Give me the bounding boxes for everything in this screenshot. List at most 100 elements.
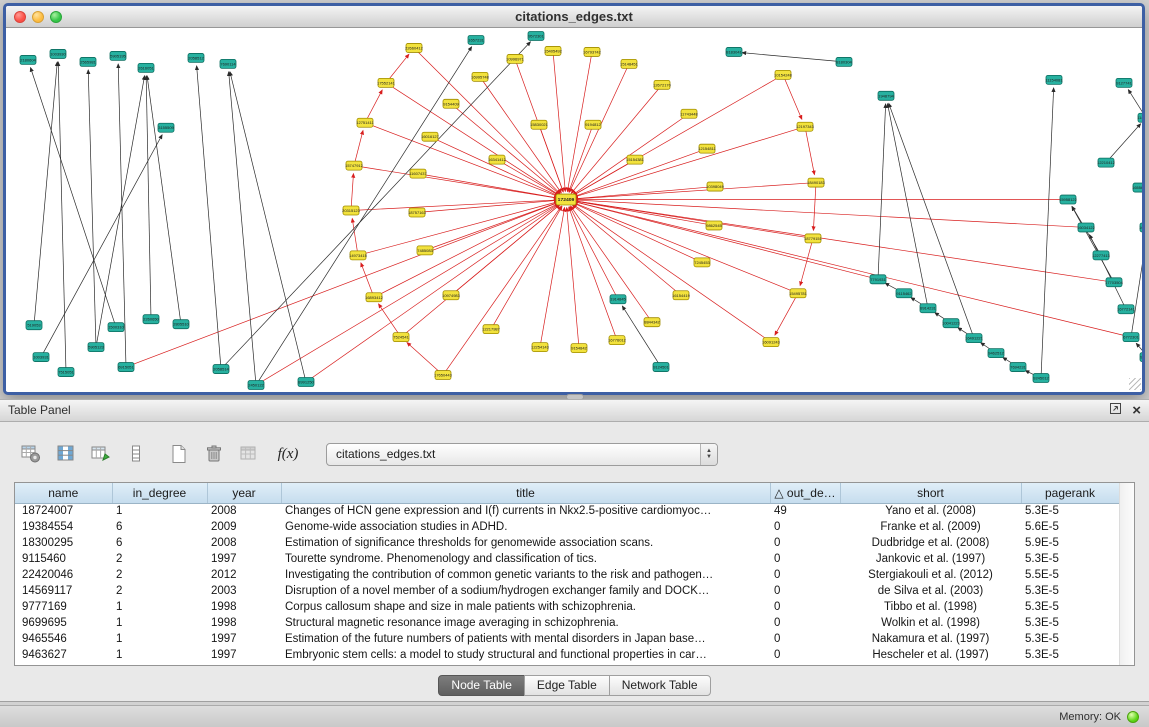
table-cell[interactable]: 14569117 (15, 583, 112, 599)
graph-edge[interactable] (574, 202, 878, 280)
graph-edge[interactable] (540, 207, 565, 347)
graph-node[interactable]: 519053 (26, 321, 42, 330)
float-panel-icon[interactable] (1109, 402, 1122, 420)
graph-node[interactable]: 15154381 (626, 155, 645, 164)
graph-node[interactable]: 18779151 (804, 234, 823, 243)
graph-node[interactable]: 8844342 (644, 318, 661, 327)
table-row[interactable]: 1938455462009Genome-wide association stu… (15, 519, 1119, 535)
close-panel-icon[interactable]: × (1132, 404, 1141, 418)
table-row[interactable]: 1830029562008Estimation of significance … (15, 535, 1119, 551)
graph-edge[interactable] (58, 62, 66, 372)
graph-node[interactable]: 2805510 (173, 320, 190, 329)
table-cell[interactable]: Structural magnetic resonance image aver… (281, 615, 770, 631)
table-row[interactable]: 911546021997Tourette syndrome. Phenomeno… (15, 551, 1119, 567)
graph-node[interactable]: 10974983 (442, 291, 461, 300)
table-cell[interactable]: 5.3E-5 (1021, 647, 1119, 663)
graph-node[interactable]: 11743448 (680, 109, 698, 118)
graph-node[interactable]: 9115462 (896, 289, 912, 298)
graph-edge[interactable] (553, 51, 565, 192)
graph-edge[interactable] (480, 77, 561, 193)
graph-node[interactable]: 12672170 (653, 80, 672, 89)
graph-node[interactable]: 6772301 (1123, 333, 1140, 342)
graph-node[interactable]: 16793742 (583, 47, 602, 56)
table-cell[interactable]: 5.5E-5 (1021, 567, 1119, 583)
graph-node[interactable]: 12277413 (1092, 251, 1111, 260)
graph-node[interactable]: 9245013 (1140, 353, 1142, 362)
table-cell[interactable]: Wolkin et al. (1998) (840, 615, 1021, 631)
column-header-short[interactable]: short (840, 483, 1021, 503)
graph-node[interactable]: 5905123 (88, 343, 105, 352)
graph-edge[interactable] (1131, 235, 1142, 337)
graph-edge[interactable] (574, 201, 1114, 283)
table-cell[interactable]: 0 (770, 647, 840, 663)
graph-edge[interactable] (351, 174, 353, 211)
graph-edge[interactable] (1072, 207, 1114, 283)
graph-node[interactable]: 1003930 (50, 49, 67, 58)
table-cell[interactable]: 0 (770, 631, 840, 647)
graph-edge[interactable] (571, 85, 662, 194)
graph-edge[interactable] (805, 127, 814, 175)
table-cell[interactable]: 2 (112, 583, 207, 599)
table-cell[interactable]: 18300295 (15, 535, 112, 551)
table-cell[interactable]: 6 (112, 519, 207, 535)
graph-edge[interactable] (30, 67, 116, 327)
table-cell[interactable]: 1 (112, 615, 207, 631)
table-cell[interactable]: Disruption of a novel member of a sodium… (281, 583, 770, 599)
graph-node[interactable]: 9245012 (1033, 374, 1050, 383)
graph-edge[interactable] (1041, 88, 1054, 378)
graph-edge[interactable] (361, 263, 374, 297)
graph-edge[interactable] (451, 104, 560, 195)
graph-edge[interactable] (775, 293, 798, 335)
table-cell[interactable]: 1997 (207, 631, 281, 647)
table-cell[interactable]: 5.3E-5 (1021, 503, 1119, 519)
table-cell[interactable]: 1998 (207, 599, 281, 615)
graph-node[interactable]: 12210412 (1097, 158, 1116, 167)
table-cell[interactable]: 49 (770, 503, 840, 519)
table-selector-combo[interactable]: citations_edges.txt ▲▼ (326, 443, 718, 466)
graph-node[interactable]: 8914231 (920, 304, 937, 313)
graph-node[interactable]: 5905195 (110, 51, 127, 60)
table-cell[interactable]: Yano et al. (2008) (840, 503, 1021, 519)
graph-edge[interactable] (365, 90, 382, 123)
table-cell[interactable]: 19384554 (15, 519, 112, 535)
table-cell[interactable]: 5.6E-5 (1021, 519, 1119, 535)
combo-stepper-icon[interactable]: ▲▼ (700, 444, 717, 465)
graph-edge[interactable] (571, 206, 652, 322)
graph-node[interactable]: 15830021 (530, 120, 549, 129)
graph-edge[interactable] (197, 66, 221, 369)
graph-node[interactable]: 14973415 (349, 251, 368, 260)
table-cell[interactable]: 18724007 (15, 503, 112, 519)
graph-node[interactable]: 12217987 (482, 325, 501, 334)
column-header-title[interactable]: title (281, 483, 770, 503)
graph-edge[interactable] (230, 72, 306, 382)
graph-node[interactable]: 15747912 (345, 161, 364, 170)
function-builder-icon[interactable]: f(x) (271, 441, 305, 467)
graph-node[interactable]: 8183041 (726, 47, 743, 56)
graph-node[interactable]: 10398049 (706, 182, 725, 191)
graph-edge[interactable] (96, 76, 145, 347)
table-cell[interactable]: 1 (112, 503, 207, 519)
graph-edge[interactable] (147, 76, 181, 324)
graph-edge[interactable] (256, 47, 472, 385)
graph-edge[interactable] (34, 62, 57, 325)
graph-node[interactable]: 11607437 (409, 169, 427, 178)
graph-edge[interactable] (425, 202, 558, 250)
graph-node[interactable]: 2058514 (213, 365, 230, 374)
table-row[interactable]: 977716911998Corpus callosum shape and si… (15, 599, 1119, 615)
table-cell[interactable]: Embryonic stem cells: a model to study s… (281, 647, 770, 663)
table-cell[interactable]: Jankovic et al. (1997) (840, 551, 1021, 567)
table-cell[interactable]: 2012 (207, 567, 281, 583)
graph-edge[interactable] (574, 200, 1086, 227)
table-cell[interactable]: Investigating the contribution of common… (281, 567, 770, 583)
graph-edge[interactable] (742, 53, 844, 62)
graph-node[interactable]: 12254143 (531, 343, 550, 352)
graph-edge[interactable] (574, 187, 715, 199)
table-cell[interactable]: 6 (112, 535, 207, 551)
table-cell[interactable]: 0 (770, 599, 840, 615)
graph-node[interactable]: 7694231 (1010, 363, 1027, 372)
graph-edge[interactable] (374, 203, 559, 297)
table-cell[interactable]: 1 (112, 647, 207, 663)
table-cell[interactable]: Tourette syndrome. Phenomenology and cla… (281, 551, 770, 567)
graph-node[interactable]: 16995748 (471, 72, 490, 81)
graph-node[interactable]: 10041223 (942, 319, 961, 328)
